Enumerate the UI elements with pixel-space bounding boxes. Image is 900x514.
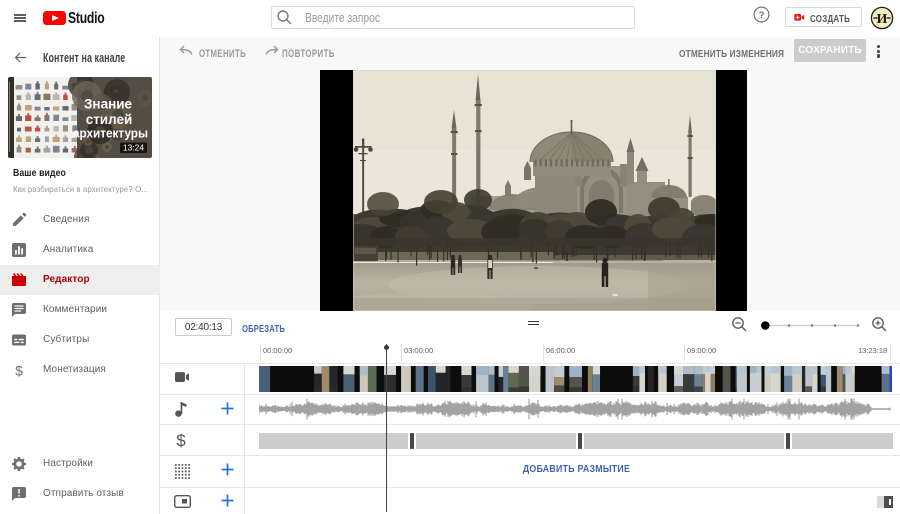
svg-text:И: И bbox=[877, 12, 888, 27]
svg-text:архитектуры: архитектуры bbox=[73, 125, 148, 140]
svg-text:$: $ bbox=[15, 362, 23, 378]
svg-text:Знание: Знание bbox=[84, 97, 133, 112]
svg-text:?: ? bbox=[759, 10, 765, 21]
svg-text:$: $ bbox=[176, 431, 186, 449]
svg-text:13:24: 13:24 bbox=[123, 143, 145, 153]
